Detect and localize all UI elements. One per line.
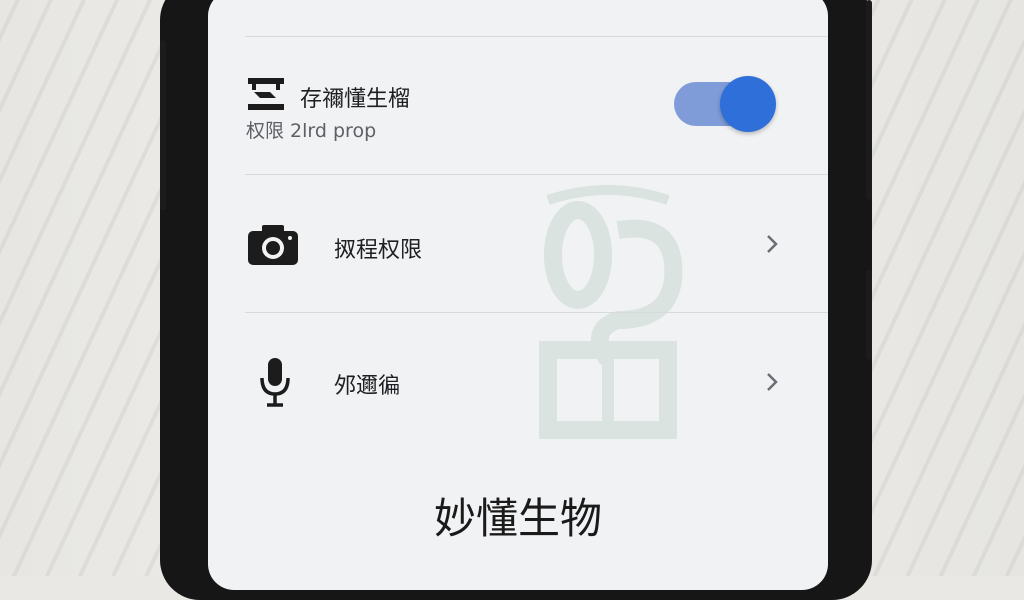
divider-1 bbox=[245, 174, 828, 175]
toggle-thumb bbox=[720, 76, 776, 132]
chevron-right-icon bbox=[767, 235, 778, 253]
settings-screen: 存禰懂生榴 权限 2lrd prop 㧐程权限 邜邇徧 妙懂生物 bbox=[208, 0, 828, 590]
microphone-icon bbox=[260, 358, 290, 407]
footer-title: 妙懂生物 bbox=[433, 494, 602, 543]
storage-subtitle: 权限 2lrd prop bbox=[246, 120, 377, 142]
side-button-right bbox=[866, 0, 872, 200]
camera-icon bbox=[248, 225, 298, 265]
chevron-right-icon bbox=[767, 373, 778, 391]
camera-title: 㧐程权限 bbox=[334, 238, 423, 263]
microphone-title: 邜邇徧 bbox=[334, 374, 401, 399]
side-button-right-lower bbox=[866, 270, 872, 360]
divider-top bbox=[245, 36, 828, 37]
watermark-graphic bbox=[539, 185, 683, 439]
side-button-left bbox=[160, 40, 166, 210]
divider-2 bbox=[245, 312, 828, 313]
storage-title: 存禰懂生榴 bbox=[300, 87, 411, 112]
storage-icon bbox=[248, 78, 284, 110]
